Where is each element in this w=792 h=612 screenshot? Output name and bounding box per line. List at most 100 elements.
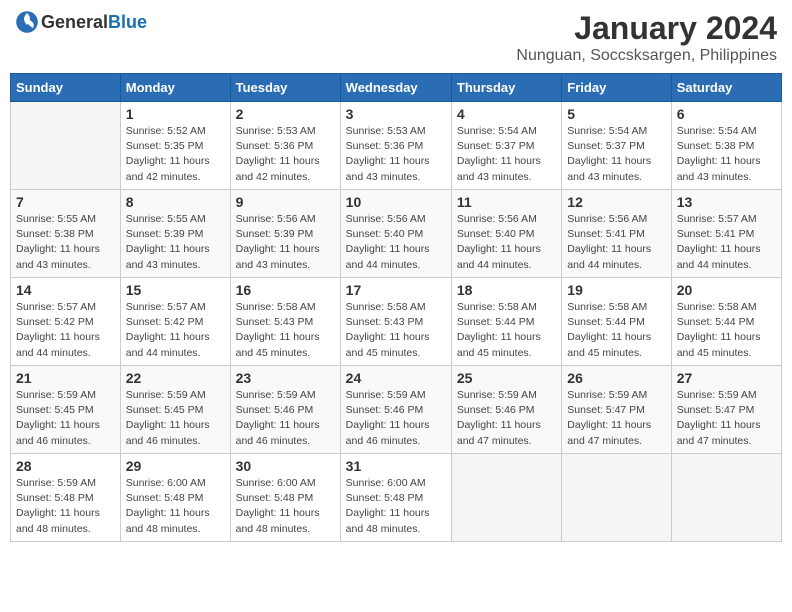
week-row-4: 21Sunrise: 5:59 AM Sunset: 5:45 PM Dayli…	[11, 366, 782, 454]
day-header-monday: Monday	[120, 74, 230, 102]
page-header: GeneralBlue January 2024 Nunguan, Soccsk…	[10, 10, 782, 65]
day-number: 26	[567, 370, 665, 386]
calendar-cell: 11 Sunrise: 5:56 AM Sunset: 5:40 PM Dayli…	[451, 190, 561, 278]
calendar-cell: 2Sunrise: 5:53 AM Sunset: 5:36 PM Daylig…	[230, 102, 340, 190]
day-header-tuesday: Tuesday	[230, 74, 340, 102]
calendar-cell: 15 Sunrise: 5:57 AM Sunset: 5:42 PM Dayli…	[120, 278, 230, 366]
day-number: 14	[16, 282, 115, 298]
week-row-3: 14 Sunrise: 5:57 AM Sunset: 5:42 PM Dayli…	[11, 278, 782, 366]
day-info: Sunrise: 5:56 AM Sunset: 5:41 PM Dayligh…	[567, 212, 665, 273]
day-info: Sunrise: 5:55 AM Sunset: 5:39 PM Dayligh…	[126, 212, 225, 273]
day-number: 17	[346, 282, 446, 298]
day-number: 7	[16, 194, 115, 210]
calendar-cell: 14 Sunrise: 5:57 AM Sunset: 5:42 PM Dayli…	[11, 278, 121, 366]
calendar-cell: 28 Sunrise: 5:59 AM Sunset: 5:48 PM Dayli…	[11, 454, 121, 542]
day-info: Sunrise: 5:53 AM Sunset: 5:36 PM Dayligh…	[346, 124, 446, 185]
day-info: Sunrise: 5:58 AM Sunset: 5:44 PM Dayligh…	[457, 300, 556, 361]
day-info: Sunrise: 6:00 AM Sunset: 5:48 PM Dayligh…	[236, 476, 335, 537]
day-number: 6	[677, 106, 776, 122]
week-row-1: 1 Sunrise: 5:52 AM Sunset: 5:35 PM Daylig…	[11, 102, 782, 190]
day-number: 22	[126, 370, 225, 386]
day-number: 28	[16, 458, 115, 474]
calendar-cell: 27 Sunrise: 5:59 AM Sunset: 5:47 PM Dayli…	[671, 366, 781, 454]
calendar-table: SundayMondayTuesdayWednesdayThursdayFrid…	[10, 73, 782, 542]
day-number: 20	[677, 282, 776, 298]
day-info: Sunrise: 5:54 AM Sunset: 5:38 PM Dayligh…	[677, 124, 776, 185]
location: Nunguan, Soccsksargen, Philippines	[516, 47, 777, 65]
day-number: 27	[677, 370, 776, 386]
day-number: 15	[126, 282, 225, 298]
day-info: Sunrise: 5:57 AM Sunset: 5:42 PM Dayligh…	[16, 300, 115, 361]
day-info: Sunrise: 5:59 AM Sunset: 5:47 PM Dayligh…	[677, 388, 776, 449]
day-info: Sunrise: 5:59 AM Sunset: 5:48 PM Dayligh…	[16, 476, 115, 537]
calendar-cell: 6 Sunrise: 5:54 AM Sunset: 5:38 PM Daylig…	[671, 102, 781, 190]
calendar-cell	[671, 454, 781, 542]
day-info: Sunrise: 6:00 AM Sunset: 5:48 PM Dayligh…	[126, 476, 225, 537]
days-header-row: SundayMondayTuesdayWednesdayThursdayFrid…	[11, 74, 782, 102]
calendar-cell: 19Sunrise: 5:58 AM Sunset: 5:44 PM Dayli…	[562, 278, 671, 366]
day-info: Sunrise: 5:54 AM Sunset: 5:37 PM Dayligh…	[567, 124, 665, 185]
week-row-5: 28 Sunrise: 5:59 AM Sunset: 5:48 PM Dayli…	[11, 454, 782, 542]
logo-blue: Blue	[108, 12, 147, 32]
day-number: 19	[567, 282, 665, 298]
day-info: Sunrise: 5:57 AM Sunset: 5:41 PM Dayligh…	[677, 212, 776, 273]
calendar-cell: 23Sunrise: 5:59 AM Sunset: 5:46 PM Dayli…	[230, 366, 340, 454]
day-info: Sunrise: 5:55 AM Sunset: 5:38 PM Dayligh…	[16, 212, 115, 273]
calendar-cell: 8 Sunrise: 5:55 AM Sunset: 5:39 PM Daylig…	[120, 190, 230, 278]
day-number: 1	[126, 106, 225, 122]
day-info: Sunrise: 5:58 AM Sunset: 5:43 PM Dayligh…	[236, 300, 335, 361]
day-number: 9	[236, 194, 335, 210]
day-info: Sunrise: 5:53 AM Sunset: 5:36 PM Dayligh…	[236, 124, 335, 185]
calendar-cell: 30Sunrise: 6:00 AM Sunset: 5:48 PM Dayli…	[230, 454, 340, 542]
calendar-cell: 5 Sunrise: 5:54 AM Sunset: 5:37 PM Daylig…	[562, 102, 671, 190]
calendar-cell: 18Sunrise: 5:58 AM Sunset: 5:44 PM Dayli…	[451, 278, 561, 366]
day-header-friday: Friday	[562, 74, 671, 102]
day-number: 8	[126, 194, 225, 210]
calendar-cell: 3 Sunrise: 5:53 AM Sunset: 5:36 PM Daylig…	[340, 102, 451, 190]
day-number: 4	[457, 106, 556, 122]
day-info: Sunrise: 5:59 AM Sunset: 5:45 PM Dayligh…	[126, 388, 225, 449]
day-info: Sunrise: 5:59 AM Sunset: 5:46 PM Dayligh…	[457, 388, 556, 449]
day-info: Sunrise: 5:57 AM Sunset: 5:42 PM Dayligh…	[126, 300, 225, 361]
logo-icon	[15, 10, 39, 34]
calendar-cell: 16Sunrise: 5:58 AM Sunset: 5:43 PM Dayli…	[230, 278, 340, 366]
day-info: Sunrise: 5:59 AM Sunset: 5:46 PM Dayligh…	[236, 388, 335, 449]
day-number: 11	[457, 194, 556, 210]
calendar-cell: 22 Sunrise: 5:59 AM Sunset: 5:45 PM Dayli…	[120, 366, 230, 454]
day-info: Sunrise: 6:00 AM Sunset: 5:48 PM Dayligh…	[346, 476, 446, 537]
month-year: January 2024	[516, 10, 777, 47]
calendar-cell	[562, 454, 671, 542]
calendar-cell	[11, 102, 121, 190]
calendar-cell: 9 Sunrise: 5:56 AM Sunset: 5:39 PM Daylig…	[230, 190, 340, 278]
calendar-cell: 4 Sunrise: 5:54 AM Sunset: 5:37 PM Daylig…	[451, 102, 561, 190]
day-header-sunday: Sunday	[11, 74, 121, 102]
logo: GeneralBlue	[15, 10, 147, 34]
calendar-cell: 31 Sunrise: 6:00 AM Sunset: 5:48 PM Dayli…	[340, 454, 451, 542]
day-number: 12	[567, 194, 665, 210]
calendar-cell: 17 Sunrise: 5:58 AM Sunset: 5:43 PM Dayli…	[340, 278, 451, 366]
day-number: 3	[346, 106, 446, 122]
calendar-cell: 10Sunrise: 5:56 AM Sunset: 5:40 PM Dayli…	[340, 190, 451, 278]
day-info: Sunrise: 5:54 AM Sunset: 5:37 PM Dayligh…	[457, 124, 556, 185]
logo-text: GeneralBlue	[41, 12, 147, 33]
day-info: Sunrise: 5:56 AM Sunset: 5:40 PM Dayligh…	[457, 212, 556, 273]
day-number: 25	[457, 370, 556, 386]
day-info: Sunrise: 5:58 AM Sunset: 5:43 PM Dayligh…	[346, 300, 446, 361]
day-info: Sunrise: 5:59 AM Sunset: 5:45 PM Dayligh…	[16, 388, 115, 449]
calendar-cell: 1 Sunrise: 5:52 AM Sunset: 5:35 PM Daylig…	[120, 102, 230, 190]
day-info: Sunrise: 5:56 AM Sunset: 5:39 PM Dayligh…	[236, 212, 335, 273]
day-number: 5	[567, 106, 665, 122]
calendar-cell	[451, 454, 561, 542]
calendar-cell: 13Sunrise: 5:57 AM Sunset: 5:41 PM Dayli…	[671, 190, 781, 278]
day-info: Sunrise: 5:56 AM Sunset: 5:40 PM Dayligh…	[346, 212, 446, 273]
day-number: 31	[346, 458, 446, 474]
calendar-cell: 25 Sunrise: 5:59 AM Sunset: 5:46 PM Dayli…	[451, 366, 561, 454]
calendar-cell: 7 Sunrise: 5:55 AM Sunset: 5:38 PM Daylig…	[11, 190, 121, 278]
day-info: Sunrise: 5:52 AM Sunset: 5:35 PM Dayligh…	[126, 124, 225, 185]
calendar-cell: 29Sunrise: 6:00 AM Sunset: 5:48 PM Dayli…	[120, 454, 230, 542]
day-info: Sunrise: 5:59 AM Sunset: 5:46 PM Dayligh…	[346, 388, 446, 449]
logo-general: General	[41, 12, 108, 32]
calendar-cell: 24 Sunrise: 5:59 AM Sunset: 5:46 PM Dayli…	[340, 366, 451, 454]
day-number: 24	[346, 370, 446, 386]
day-header-thursday: Thursday	[451, 74, 561, 102]
